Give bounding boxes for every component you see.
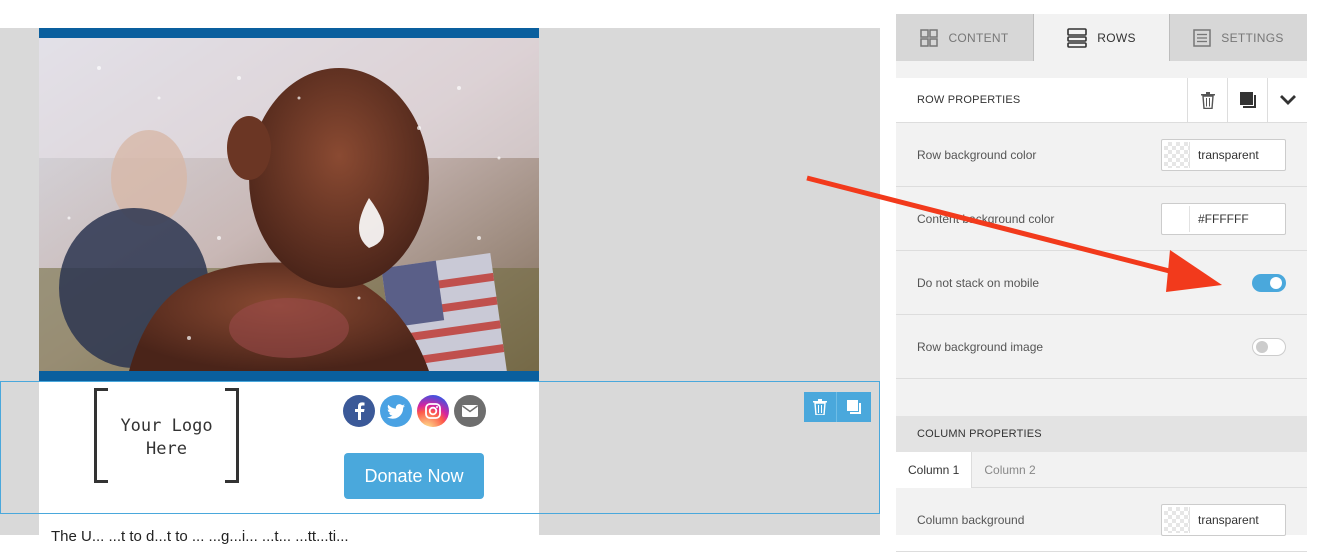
row-properties-header: ROW PROPERTIES (896, 77, 1307, 123)
selected-row-outline[interactable] (0, 381, 880, 514)
white-swatch (1164, 205, 1190, 232)
column-background-color-value: transparent (1198, 512, 1259, 527)
row-background-color-label: Row background color (917, 147, 1037, 162)
tab-settings[interactable]: SETTINGS (1170, 14, 1307, 61)
do-not-stack-row: Do not stack on mobile (896, 251, 1307, 315)
grid-icon (920, 28, 939, 47)
tab-content-label: CONTENT (948, 30, 1009, 45)
row-background-image-row: Row background image (896, 315, 1307, 379)
row-background-color-value: transparent (1198, 147, 1259, 162)
tab-rows-label: ROWS (1097, 30, 1136, 45)
transparent-swatch (1164, 141, 1190, 168)
content-background-color-row: Content background color #FFFFFF (896, 187, 1307, 251)
email-canvas: Your Logo Here Donate Now The U... ...t … (0, 28, 880, 545)
trash-icon (1200, 91, 1215, 109)
row-background-image-label: Row background image (917, 339, 1044, 354)
column-background-row: Column background transparent (896, 488, 1307, 552)
row-toolbar (804, 392, 871, 422)
tab-column-2[interactable]: Column 2 (972, 452, 1047, 488)
tab-rows[interactable]: ROWS (1034, 14, 1170, 61)
tab-column-1[interactable]: Column 1 (896, 452, 973, 488)
settings-list-icon (1193, 28, 1212, 47)
column-background-label: Column background (917, 512, 1025, 527)
duplicate-row-button[interactable] (1227, 77, 1267, 123)
delete-row-trash-icon[interactable] (804, 392, 837, 422)
tab-settings-label: SETTINGS (1221, 30, 1284, 45)
content-background-color-value: #FFFFFF (1198, 211, 1249, 226)
duplicate-icon (1239, 92, 1256, 108)
do-not-stack-label: Do not stack on mobile (917, 275, 1040, 290)
properties-panel: CONTENT ROWS SETTINGS ROW PROPERTIES Row… (896, 14, 1307, 552)
column-background-color-picker[interactable]: transparent (1161, 503, 1286, 536)
body-text-preview: The U... ...t to d...t to ... ...g...i..… (51, 528, 349, 545)
column-properties-title: COLUMN PROPERTIES (896, 416, 1307, 452)
panel-tabs: CONTENT ROWS SETTINGS (896, 14, 1307, 61)
row-background-image-toggle[interactable] (1252, 337, 1286, 356)
rows-icon (1067, 27, 1088, 48)
hero-bottom-border (39, 371, 539, 381)
content-background-color-label: Content background color (917, 211, 1055, 226)
column-tabs: Column 1 Column 2 (896, 452, 1307, 488)
row-background-color-row: Row background color transparent (896, 123, 1307, 187)
content-background-color-picker[interactable]: #FFFFFF (1161, 202, 1286, 235)
chevron-down-icon (1279, 95, 1296, 105)
collapse-row-properties-button[interactable] (1267, 77, 1307, 123)
hero-photo (39, 38, 539, 371)
row-properties-title: ROW PROPERTIES (917, 94, 1021, 106)
row-background-color-picker[interactable]: transparent (1161, 138, 1286, 171)
tab-content[interactable]: CONTENT (896, 14, 1034, 61)
transparent-swatch (1164, 506, 1190, 533)
delete-row-button[interactable] (1187, 77, 1227, 123)
do-not-stack-toggle[interactable] (1252, 273, 1286, 292)
hero-image-block[interactable] (39, 28, 539, 381)
duplicate-row-icon[interactable] (837, 392, 870, 422)
